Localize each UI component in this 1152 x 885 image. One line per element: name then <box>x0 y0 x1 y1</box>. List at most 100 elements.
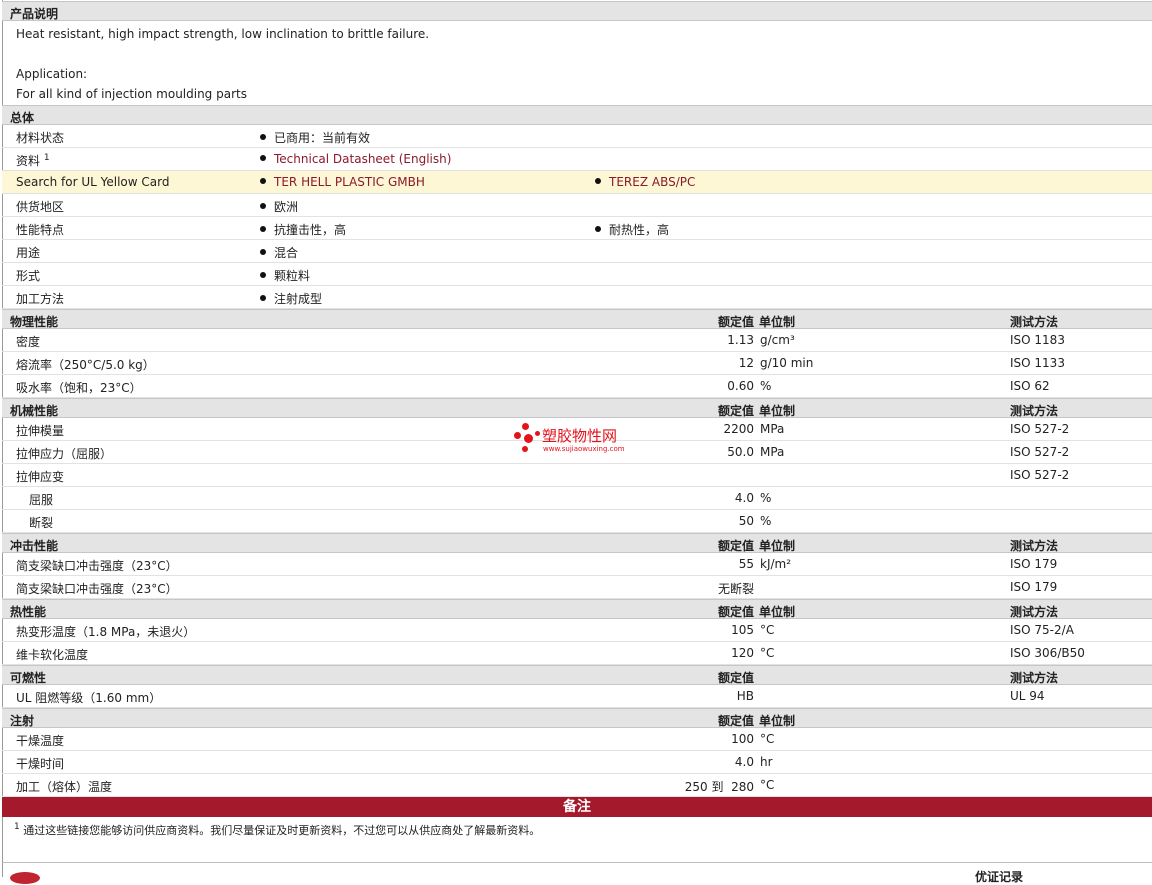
row-unit: g/10 min <box>760 356 814 370</box>
row-label: 断裂 <box>29 516 54 530</box>
row-value: 100 <box>731 732 754 746</box>
row-unit: hr <box>760 755 773 769</box>
row-label: 热变形温度（1.8 MPa，未退火） <box>16 625 196 639</box>
table-row: 吸水率（饱和，23°C） 0.60 % ISO 62 <box>2 375 1152 398</box>
row-unit: °C <box>760 778 775 792</box>
row-unit: kJ/m² <box>760 557 792 571</box>
row-label: 简支梁缺口冲击强度（23°C） <box>16 559 178 573</box>
description-text: Heat resistant, high impact strength, lo… <box>16 27 430 41</box>
table-row: 熔流率（250°C/5.0 kg） 12 g/10 min ISO 1133 <box>2 352 1152 375</box>
bullet-icon <box>260 203 266 209</box>
header-unit: 单位制 <box>759 539 796 553</box>
row-value: 无断裂 <box>717 582 754 596</box>
row-literature: 资料 1 Technical Datasheet (English) <box>2 148 1152 171</box>
footnote-marker: 1 <box>43 153 50 163</box>
table-row: 屈服 4.0 % <box>2 487 1152 510</box>
row-label: 屈服 <box>29 493 54 507</box>
row-method: UL 94 <box>1010 689 1045 703</box>
section-title: 冲击性能 <box>10 539 59 553</box>
header-unit: 单位制 <box>759 714 796 728</box>
header-value: 额定值 <box>717 404 754 418</box>
row-region: 供货地区 欧洲 <box>2 194 1152 217</box>
row-value: 55 <box>738 557 754 571</box>
row-label: UL 阻燃等级（1.60 mm） <box>16 691 162 705</box>
bullet-icon <box>260 155 266 161</box>
watermark-text: 塑胶物性网 <box>542 427 618 445</box>
section-mechanical: 机械性能 额定值 单位制 测试方法 <box>2 398 1152 418</box>
section-general: 总体 <box>2 105 1152 125</box>
row-label: 性能特点 <box>16 223 65 237</box>
header-method: 测试方法 <box>1010 315 1059 329</box>
row-label: 用途 <box>16 246 41 260</box>
row-method: ISO 527-2 <box>1010 422 1070 436</box>
datasheet-link[interactable]: Technical Datasheet (English) <box>274 152 451 166</box>
row-label: 加工方法 <box>16 292 65 306</box>
row-label: Search for UL Yellow Card <box>16 175 170 189</box>
row-method: ISO 306/B50 <box>1010 646 1085 660</box>
row-value: 0.60 <box>727 379 754 393</box>
header-value: 额定值 <box>717 315 754 329</box>
footnote-marker: 1 <box>14 822 20 832</box>
row-unit: MPa <box>760 445 785 459</box>
row-unit: % <box>760 491 772 505</box>
row-method: ISO 1183 <box>1010 333 1065 347</box>
row-value: 105 <box>731 623 754 637</box>
row-unit: % <box>760 379 772 393</box>
table-row: 干燥温度 100 °C <box>2 728 1152 751</box>
row-label: 干燥温度 <box>16 734 65 748</box>
watermark-url: www.sujiaowuxing.com <box>543 445 625 453</box>
header-unit: 单位制 <box>759 605 796 619</box>
section-title: 物理性能 <box>10 315 59 329</box>
bullet-icon <box>260 295 266 301</box>
row-unit: g/cm³ <box>760 333 795 347</box>
table-row: 维卡软化温度 120 °C ISO 306/B50 <box>2 642 1152 665</box>
row-value: 混合 <box>260 244 298 261</box>
row-value: 4.0 <box>734 755 754 769</box>
row-value: 抗撞击性，高 <box>260 221 346 238</box>
row-method: ISO 527-2 <box>1010 468 1070 482</box>
row-label: 资料 1 <box>16 153 50 168</box>
row-value: 耐热性，高 <box>595 221 669 238</box>
table-row: 简支梁缺口冲击强度（23°C） 55 kJ/m² ISO 179 <box>2 553 1152 576</box>
watermark: 塑胶物性网 www.sujiaowuxing.com <box>512 421 652 455</box>
section-description: 产品说明 <box>2 1 1152 21</box>
row-value: TER HELL PLASTIC GMBH <box>260 175 425 189</box>
row-value: 50.0 <box>727 445 754 459</box>
bullet-icon <box>260 134 266 140</box>
header-method: 测试方法 <box>1010 404 1059 418</box>
row-value: 50 <box>738 514 754 528</box>
row-label: 密度 <box>16 335 41 349</box>
logo-icon <box>10 872 40 884</box>
application-text: For all kind of injection moulding parts <box>16 87 247 101</box>
header-value: 额定值 <box>717 671 754 685</box>
row-label: 加工（熔体）温度 <box>16 780 113 794</box>
table-row: UL 阻燃等级（1.60 mm） HB UL 94 <box>2 685 1152 708</box>
section-title: 热性能 <box>10 605 47 619</box>
table-row: 干燥时间 4.0 hr <box>2 751 1152 774</box>
section-flammability: 可燃性 额定值 测试方法 <box>2 665 1152 685</box>
row-value: 欧洲 <box>260 198 298 215</box>
row-method: ISO 179 <box>1010 580 1058 594</box>
header-value: 额定值 <box>717 539 754 553</box>
row-unit: °C <box>760 732 775 746</box>
section-title: 总体 <box>10 111 35 125</box>
ul-product-link[interactable]: TEREZ ABS/PC <box>609 175 695 189</box>
bullet-icon <box>260 272 266 278</box>
header-method: 测试方法 <box>1010 539 1059 553</box>
bullet-icon <box>260 178 266 184</box>
header-unit: 单位制 <box>759 315 796 329</box>
row-processing: 加工方法 注射成型 <box>2 286 1152 309</box>
divider <box>2 862 1152 863</box>
row-method: ISO 179 <box>1010 557 1058 571</box>
ul-supplier-link[interactable]: TER HELL PLASTIC GMBH <box>274 175 425 189</box>
bullet-icon <box>595 226 601 232</box>
row-unit: % <box>760 514 772 528</box>
header-unit: 单位制 <box>759 404 796 418</box>
row-label: 拉伸应力（屈服） <box>16 447 113 461</box>
bullet-icon <box>260 226 266 232</box>
row-label: 熔流率（250°C/5.0 kg） <box>16 358 155 372</box>
section-thermal: 热性能 额定值 单位制 测试方法 <box>2 599 1152 619</box>
header-method: 测试方法 <box>1010 671 1059 685</box>
row-method: ISO 1133 <box>1010 356 1065 370</box>
row-label: 简支梁缺口冲击强度（23°C） <box>16 582 178 596</box>
